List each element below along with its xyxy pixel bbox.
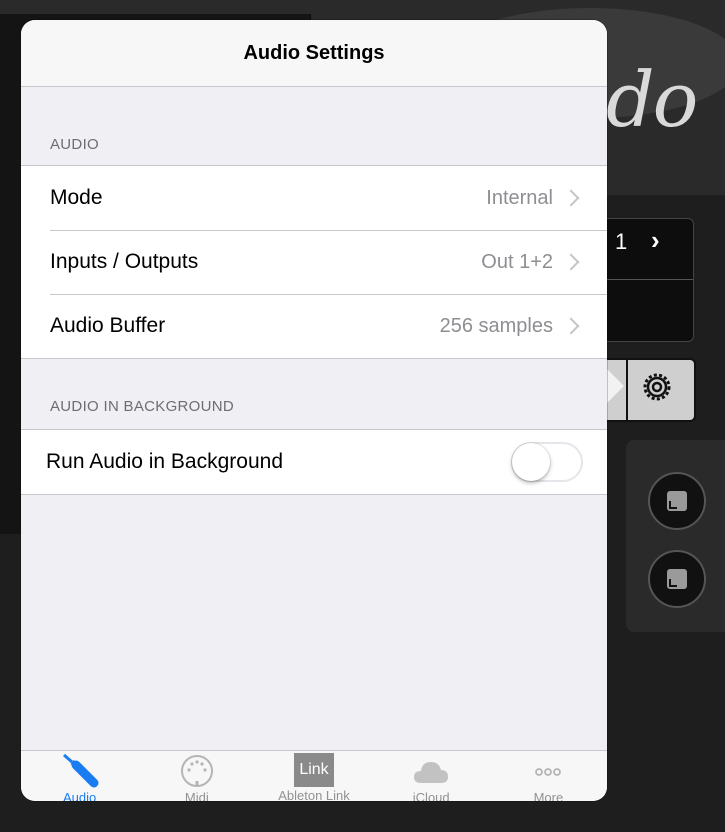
tab-more[interactable]: More	[490, 751, 607, 801]
toggle-knob	[512, 443, 550, 481]
section-header-audio: AUDIO	[50, 136, 100, 153]
app-logo: do	[606, 55, 698, 144]
chevron-right-icon[interactable]: ›	[651, 225, 660, 256]
audio-settings-popover: Audio Settings AUDIO Mode Internal Input…	[21, 20, 607, 801]
ableton-link-icon: Link	[294, 753, 334, 787]
inputs-outputs-row[interactable]: Inputs / Outputs Out 1+2	[21, 230, 607, 294]
row-value: Internal	[486, 186, 553, 209]
row-label: Run Audio in Background	[46, 450, 283, 473]
navigation-bar: Audio Settings	[21, 20, 607, 87]
more-icon	[528, 753, 568, 789]
tab-icloud[interactable]: iCloud	[373, 751, 490, 801]
tab-label: Midi	[184, 790, 209, 801]
run-audio-in-background-row: Run Audio in Background	[21, 430, 607, 494]
settings-gear-icon[interactable]	[642, 372, 672, 402]
row-label: Mode	[50, 186, 103, 209]
tab-label: More	[533, 790, 564, 801]
mode-row[interactable]: Mode Internal	[21, 166, 607, 230]
chevron-right-icon	[562, 189, 580, 207]
segment-divider	[626, 360, 628, 420]
midi-connector-icon	[177, 753, 217, 789]
audio-jack-icon	[60, 753, 100, 789]
audio-settings-group: Mode Internal Inputs / Outputs Out 1+2 A…	[21, 165, 607, 359]
background-audio-group: Run Audio in Background	[21, 429, 607, 495]
popover-arrow	[606, 368, 624, 404]
stop-icon	[667, 569, 687, 589]
tab-label: iCloud	[412, 790, 450, 801]
cloud-icon	[411, 753, 451, 789]
chevron-right-icon	[562, 317, 580, 335]
row-label: Audio Buffer	[50, 314, 166, 337]
chevron-right-icon	[562, 253, 580, 271]
popover-title: Audio Settings	[243, 41, 385, 64]
row-value: 256 samples	[439, 314, 553, 337]
tab-midi[interactable]: Midi	[138, 751, 255, 801]
stepper-value: 1	[615, 229, 628, 254]
tab-audio[interactable]: Audio	[21, 751, 138, 801]
tab-label: Audio	[62, 790, 97, 801]
tab-ableton-link[interactable]: Link Ableton Link	[255, 751, 372, 801]
run-audio-in-background-toggle[interactable]	[511, 442, 583, 482]
tab-bar: Audio Midi Link Ableton Link iCloud More	[21, 750, 607, 801]
row-value: Out 1+2	[481, 250, 553, 273]
stop-icon	[667, 491, 687, 511]
audio-buffer-row[interactable]: Audio Buffer 256 samples	[21, 294, 607, 358]
tab-label: Ableton Link	[278, 788, 350, 801]
row-label: Inputs / Outputs	[50, 250, 199, 273]
section-header-audio-in-background: AUDIO IN BACKGROUND	[50, 398, 235, 415]
link-badge: Link	[294, 753, 334, 787]
background-round-button[interactable]	[648, 472, 706, 530]
background-round-button[interactable]	[648, 550, 706, 608]
